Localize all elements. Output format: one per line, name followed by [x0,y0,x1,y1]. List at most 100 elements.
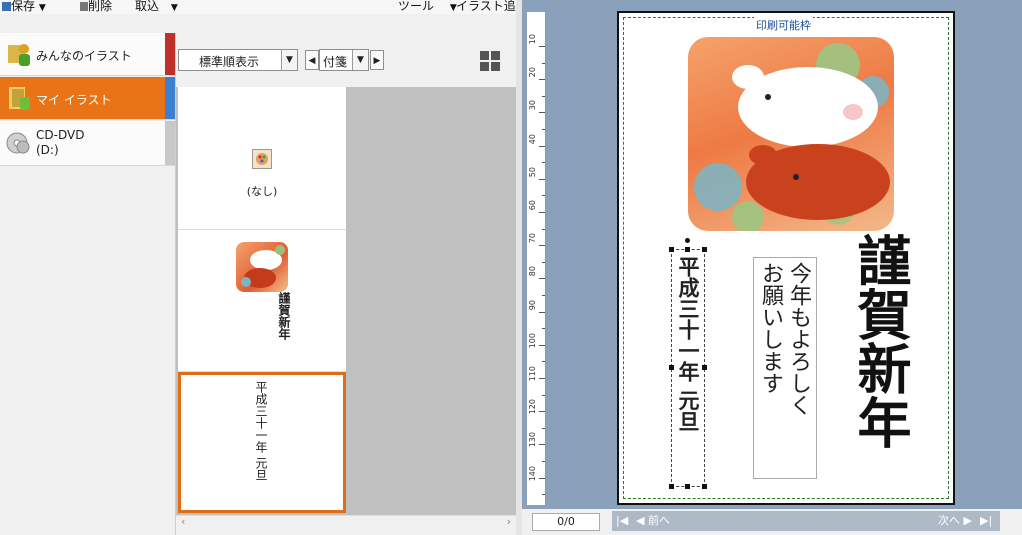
ruler-label: 100 [528,332,537,349]
date-text: 平成三十一年 元旦 [676,256,701,432]
ruler-label: 110 [528,366,537,382]
boar-illustration[interactable] [688,37,894,231]
ruler-tick [539,212,545,213]
delete-button[interactable]: 削除 [80,0,112,14]
ruler-label: 70 [528,233,537,244]
palette-icon [252,149,272,169]
chevron-down-icon[interactable]: ▼ [352,50,368,70]
ruler-tick-minor [542,461,545,462]
next-page-button[interactable]: 次へ ▶ [938,511,972,531]
chevron-down-icon[interactable]: ▼ [171,3,178,13]
message-box[interactable]: 今年もよろしく お願いします [753,257,817,479]
ruler-tick [539,311,545,313]
category-panel: みんなのイラスト マイ イラスト CD-DVD (D:) [0,33,176,535]
save-button[interactable]: 保存 ▼ [2,0,46,14]
postcard-canvas[interactable]: 印刷可能枠 謹賀新年 今年もよろしく お願いします 平成三十一年 元旦 [617,11,955,505]
ruler-label: 10 [528,34,537,45]
page-counter: 0/0 [532,513,600,531]
horizontal-scrollbar[interactable]: ‹ › [176,515,516,531]
last-page-button[interactable]: ▶| [980,511,992,531]
vertical-ruler: 10 20 30 40 50 60 70 80 90 100 110 120 130 140 [527,12,546,505]
ruler-tick-minor [542,361,545,363]
message-line-2: お願いします [758,262,783,394]
none-label: (なし) [246,185,278,198]
prev-page-button[interactable]: ◀ 前へ [636,511,670,531]
ruler-tick-minor [542,95,545,97]
list-item-date-selected[interactable]: 平成三十一年 元旦 [178,372,346,513]
thumb-greeting: 謹賀新年 [277,292,291,340]
message-line-1: 今年もよろしく [786,262,811,416]
ruler-tick [539,79,545,81]
ruler-tick [539,444,545,446]
ruler-tick [539,344,545,346]
ruler-tick [539,178,545,180]
ruler-label: 60 [528,200,537,211]
category-label: CD-DVD [36,128,85,142]
ruler-tick-minor [542,129,545,130]
list-header: 標準順表示 ▼ ◀ 付箋 ▼ ▶ [176,33,516,87]
category-label: みんなのイラスト [36,49,132,63]
prev-tag-button[interactable]: ◀ [305,50,319,70]
date-selection-box[interactable]: 平成三十一年 元旦 [669,238,707,489]
next-tag-button[interactable]: ▶ [370,50,384,70]
ruler-tick [539,46,545,47]
ruler-label: 120 [528,399,537,415]
ruler-tick-minor [542,394,545,396]
book-icon [6,83,32,113]
illust-list: (なし) 謹賀新年 平成三十一年 元旦 [176,87,516,515]
category-color-strip [165,121,175,165]
category-item-shared-illust[interactable]: みんなのイラスト [0,33,175,76]
trash-icon [80,2,88,11]
grid-view-icon[interactable] [480,51,500,71]
import-button[interactable]: 取込 ▼ [135,0,178,14]
category-color-strip [165,77,175,119]
ruler-label: 80 [528,266,537,277]
save-icon [2,2,11,11]
ruler-label: 90 [528,299,537,310]
tag-select-value: 付箋 [323,55,348,69]
category-item-my-illust[interactable]: マイ イラスト [0,77,175,120]
ruler-tick-minor [542,228,545,230]
ruler-tick-minor [542,261,545,263]
ruler-label: 50 [528,166,537,177]
category-color-strip [165,33,175,75]
next-page-label: 次へ [938,514,960,527]
first-page-button[interactable]: |◀ [616,511,628,531]
ruler-tick-minor [542,328,545,330]
ruler-label: 140 [528,465,537,481]
ruler-tick [539,112,545,114]
thumb-date: 平成三十一年 元旦 [254,381,268,481]
greeting-main-text[interactable]: 謹賀新年 [848,233,912,449]
page-status-bar: 0/0 |◀ ◀ 前へ 次へ ▶ ▶| [522,509,1022,535]
ruler-tick [539,477,545,479]
ruler-tick [539,378,545,379]
chevron-left-icon[interactable]: ‹ [181,515,185,528]
ruler-tick-minor [542,162,545,164]
people-icon [6,39,32,69]
ruler-tick [539,411,545,413]
tools-menu[interactable]: ツール ▼ [398,0,457,14]
sort-select[interactable]: 標準順表示 ▼ [178,49,298,71]
ruler-label: 20 [528,67,537,78]
delete-label: 削除 [88,0,113,13]
disc-icon [6,127,32,157]
prev-page-label: 前へ [647,514,670,527]
tools-label: ツール [398,0,435,13]
rotate-handle[interactable] [685,238,690,243]
chevron-down-icon[interactable]: ▼ [39,3,46,13]
page-navigation: |◀ ◀ 前へ 次へ ▶ ▶| [612,511,1000,531]
list-item-card[interactable]: 謹賀新年 [178,230,346,372]
chevron-right-icon[interactable]: › [507,515,511,528]
import-label: 取込 [135,0,160,13]
ruler-tick-minor [542,494,545,496]
ruler-tick-minor [542,195,545,197]
tag-select[interactable]: 付箋 ▼ [319,49,369,71]
sort-select-value: 標準順表示 [199,55,260,69]
list-item-none[interactable]: (なし) [178,87,346,230]
ruler-label: 40 [528,133,537,144]
chevron-down-icon[interactable]: ▼ [281,50,297,70]
top-toolbar: 保存 ▼ 削除 取込 ▼ ツール ▼ イラスト追加 [0,0,528,14]
print-area-label: 印刷可能枠 [754,17,813,33]
category-item-cd-dvd[interactable]: CD-DVD (D:) [0,121,175,166]
category-label: マイ イラスト [36,93,112,107]
